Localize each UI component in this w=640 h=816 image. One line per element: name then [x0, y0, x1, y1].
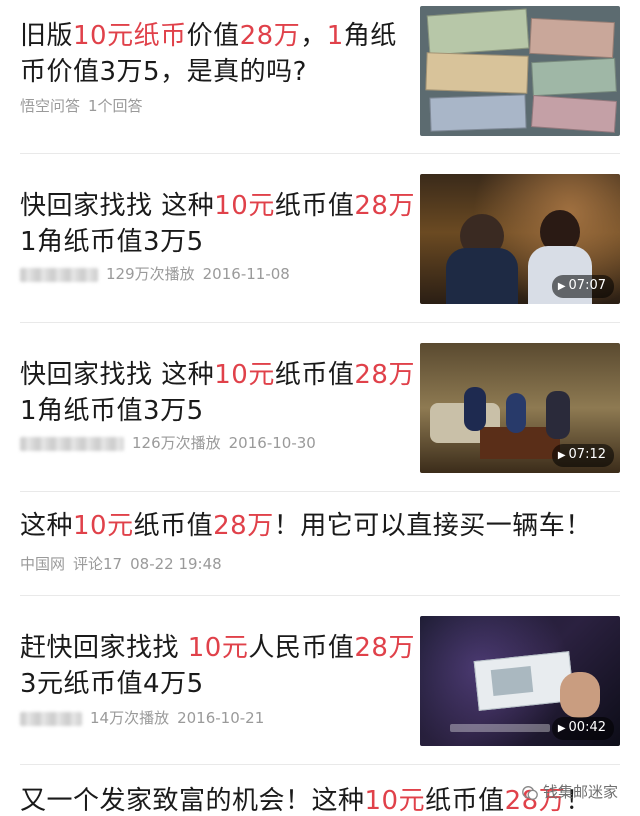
- publish-date: 2016-10-21: [177, 709, 265, 727]
- banknote-image: [426, 8, 530, 56]
- blurred-source: [20, 267, 98, 282]
- item-meta: 中国网 评论17 08-22 19:48: [20, 554, 230, 574]
- guest-figure: [464, 387, 486, 431]
- comment-count: 评论17: [73, 555, 123, 573]
- banknote-image: [531, 57, 617, 97]
- host-figure: [446, 248, 518, 304]
- feed-item-1[interactable]: 旧版10元纸币价值28万，1角纸币价值3万5，是真的吗? 悟空问答 1个回答: [0, 0, 640, 150]
- banknote-image: [530, 95, 618, 133]
- video-duration: ▶ 07:07: [551, 275, 614, 298]
- play-count: 126万次播放: [132, 434, 221, 452]
- blurred-source: [20, 711, 82, 726]
- item-title[interactable]: 赶快回家找找 10元人民币值28万 3元纸币值4万5: [20, 630, 415, 702]
- video-duration: ▶ 00:42: [551, 717, 614, 740]
- play-icon: ▶: [557, 450, 566, 461]
- item-title[interactable]: 旧版10元纸币价值28万，1角纸币价值3万5，是真的吗?: [20, 18, 400, 90]
- play-count: 129万次播放: [106, 265, 195, 283]
- watermark: 钱集邮迷家: [521, 781, 618, 802]
- source-label: 中国网: [20, 555, 66, 573]
- banknote-portrait: [490, 665, 534, 697]
- publish-date: 2016-10-30: [228, 434, 316, 452]
- feed-item-5[interactable]: 赶快回家找找 10元人民币值28万 3元纸币值4万5 14万次播放 2016-10…: [0, 596, 640, 764]
- answer-count: 1个回答: [88, 97, 143, 115]
- item-meta: 126万次播放 2016-10-30: [20, 433, 324, 453]
- feed-item-2[interactable]: 快回家找找 这种10元纸币值28万 1角纸币值3万5 129万次播放 2016-1…: [0, 154, 640, 322]
- host-figure: [546, 391, 570, 439]
- blurred-source: [20, 436, 124, 451]
- item-title[interactable]: 快回家找找 这种10元纸币值28万 1角纸币值3万5: [20, 357, 415, 429]
- item-meta: 129万次播放 2016-11-08: [20, 264, 298, 284]
- hand-shape: [560, 672, 600, 718]
- publish-date: 2016-11-08: [202, 265, 290, 283]
- feed-item-4[interactable]: 这种10元纸币值28万！用它可以直接买一辆车！ 中国网 评论17 08-22 19:…: [0, 492, 640, 592]
- video-thumbnail[interactable]: ▶ 07:12: [420, 343, 620, 473]
- banknote-image: [429, 94, 527, 132]
- video-duration: ▶ 07:12: [551, 444, 614, 467]
- publish-date: 08-22 19:48: [130, 555, 222, 573]
- source-label: 悟空问答: [20, 97, 81, 115]
- video-thumbnail[interactable]: ▶ 00:42: [420, 616, 620, 746]
- subtitle-bar: [450, 724, 550, 732]
- play-icon: ▶: [557, 723, 566, 734]
- feed-item-3[interactable]: 快回家找找 这种10元纸币值28万 1角纸币值3万5 126万次播放 2016-1…: [0, 323, 640, 491]
- wechat-icon: [522, 785, 538, 800]
- video-thumbnail[interactable]: ▶ 07:07: [420, 174, 620, 304]
- play-count: 14万次播放: [90, 709, 170, 727]
- item-meta: 14万次播放 2016-10-21: [20, 708, 272, 728]
- item-meta: 悟空问答 1个回答: [20, 96, 151, 116]
- play-icon: ▶: [557, 281, 566, 292]
- banknote-image: [529, 17, 615, 59]
- guest-figure: [506, 393, 526, 433]
- item-title[interactable]: 这种10元纸币值28万！用它可以直接买一辆车！: [20, 508, 630, 544]
- thumbnail-banknotes[interactable]: [420, 6, 620, 136]
- watermark-text: 钱集邮迷家: [542, 783, 618, 801]
- banknote-image: [425, 52, 529, 94]
- item-title[interactable]: 快回家找找 这种10元纸币值28万 1角纸币值3万5: [20, 188, 415, 260]
